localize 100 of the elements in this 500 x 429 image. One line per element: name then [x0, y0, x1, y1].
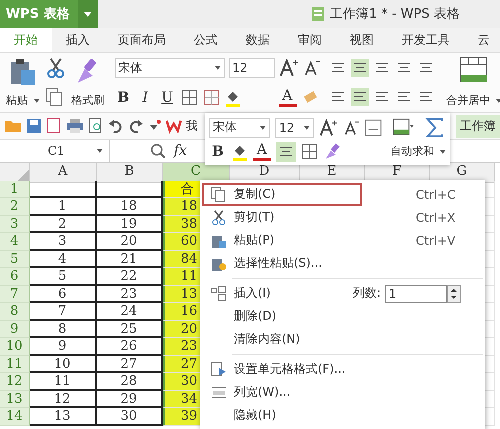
caret-icon: [304, 126, 310, 130]
align-icon[interactable]: [350, 58, 368, 77]
zoom-icon[interactable]: [150, 143, 166, 159]
row-header[interactable]: 12: [0, 373, 30, 390]
spreadsheet-icon: [311, 6, 326, 22]
shortcut-label: Ctrl+V: [416, 234, 456, 248]
name-box[interactable]: C1: [0, 140, 110, 162]
w-logo-icon[interactable]: [166, 118, 182, 134]
autosum-button[interactable]: 自动求和: [390, 144, 446, 159]
scissors-icon[interactable]: [46, 57, 66, 79]
row-header[interactable]: 3: [0, 216, 30, 233]
bold-button[interactable]: B: [209, 144, 227, 160]
grow-font-icon[interactable]: [278, 58, 298, 76]
caret-icon: [34, 98, 40, 103]
copy-icon[interactable]: [46, 88, 64, 108]
row-header[interactable]: 2: [0, 198, 30, 216]
merge-center-button[interactable]: 合并居中: [446, 93, 500, 108]
row-header[interactable]: 6: [0, 268, 30, 286]
column-width-icon: [211, 384, 227, 400]
caret-icon: [97, 149, 103, 153]
row-header[interactable]: 9: [0, 320, 30, 338]
row-header[interactable]: 14: [0, 408, 30, 426]
table-cell: 8: [30, 320, 97, 338]
grow-font-icon[interactable]: [318, 118, 338, 136]
bold-button[interactable]: B: [114, 90, 132, 106]
column-count-label: 列数:: [352, 285, 381, 302]
column-count-field[interactable]: 1: [385, 284, 447, 302]
ribbon-tab[interactable]: 数据: [232, 28, 284, 52]
save-icon[interactable]: [26, 118, 42, 134]
scissors-icon: [211, 210, 227, 226]
shortcut-label: Ctrl+X: [416, 210, 456, 224]
cell-style-icon[interactable]: [202, 88, 220, 107]
font-color-button[interactable]: A: [278, 88, 296, 106]
ribbon-tab[interactable]: 公式: [180, 28, 232, 52]
print-preview-icon[interactable]: [88, 118, 104, 134]
ribbon-tab[interactable]: 插入: [52, 28, 104, 52]
document-tab[interactable]: 工作簿: [456, 114, 500, 138]
copy-icon: [211, 186, 227, 202]
row-header[interactable]: 11: [0, 356, 30, 373]
row-header[interactable]: 10: [0, 338, 30, 356]
document-icon[interactable]: [46, 118, 62, 134]
undo-icon[interactable]: [108, 118, 124, 134]
ribbon-tab[interactable]: 视图: [336, 28, 388, 52]
ribbon-tab[interactable]: 审阅: [284, 28, 336, 52]
function-button[interactable]: fx: [174, 143, 188, 159]
row-header[interactable]: 13: [0, 390, 30, 408]
table-cell: 7: [30, 303, 97, 320]
caret-icon: [440, 150, 446, 154]
table-cell: 1: [30, 198, 97, 216]
format-cells-icon: [211, 362, 227, 378]
row-header[interactable]: 7: [0, 286, 30, 303]
printer-icon[interactable]: [66, 118, 84, 134]
borders-icon[interactable]: [180, 88, 198, 107]
font-size-field[interactable]: 12: [275, 118, 314, 138]
column-header[interactable]: A: [30, 163, 97, 183]
font-size-field[interactable]: 12: [228, 58, 274, 78]
borders-icon[interactable]: [301, 142, 319, 160]
table-cell: 5: [30, 268, 97, 286]
table-cell: 11: [30, 373, 97, 390]
toolbar-text: 我: [186, 118, 198, 134]
paste-button[interactable]: 粘贴: [6, 93, 40, 108]
spinner-arrows-icon[interactable]: [447, 284, 461, 302]
redo-icon[interactable]: [128, 118, 144, 134]
merge-cells-icon[interactable]: [460, 57, 488, 83]
table-cell: 12: [30, 390, 97, 408]
ribbon-tab[interactable]: 开发工具: [388, 28, 464, 52]
format-painter-button[interactable]: 格式刷: [72, 93, 104, 108]
shortcut-label: Ctrl+C: [416, 188, 456, 202]
shrink-font-icon[interactable]: [342, 118, 360, 136]
font-color-button[interactable]: A: [253, 142, 271, 161]
app-dropdown-button[interactable]: [78, 0, 98, 28]
caret-icon: [214, 66, 220, 70]
font-name-field[interactable]: 宋体: [209, 118, 270, 138]
table-cell: 3: [30, 233, 97, 250]
row-header[interactable]: 1: [0, 180, 30, 198]
align-icon[interactable]: [350, 88, 368, 106]
table-cell: 13: [30, 408, 97, 426]
align-center-icon[interactable]: [276, 142, 296, 162]
row-header[interactable]: 4: [0, 233, 30, 250]
insert-icon: [211, 286, 227, 302]
caret-icon: [260, 126, 266, 130]
underline-button[interactable]: U: [158, 90, 176, 106]
caret-icon: [84, 12, 92, 16]
wrap-text-icon[interactable]: [364, 118, 382, 136]
table-cell: 10: [30, 356, 97, 373]
table-cell: 9: [30, 338, 97, 356]
italic-button[interactable]: I: [136, 90, 154, 106]
ribbon-tab[interactable]: 云: [464, 28, 500, 52]
ribbon-tab[interactable]: 开始: [0, 28, 52, 52]
caret-icon: [496, 98, 500, 103]
table-icon[interactable]: [393, 118, 414, 138]
ribbon-tab[interactable]: 页面布局: [104, 28, 180, 52]
column-header[interactable]: B: [97, 163, 163, 183]
brush-icon[interactable]: [324, 142, 342, 160]
table-cell: 2: [30, 216, 97, 233]
table-cell: 4: [30, 250, 97, 268]
row-header[interactable]: 8: [0, 303, 30, 320]
row-header[interactable]: 5: [0, 250, 30, 268]
shrink-font-icon[interactable]: [302, 58, 320, 76]
font-name-field[interactable]: 宋体: [114, 58, 224, 78]
